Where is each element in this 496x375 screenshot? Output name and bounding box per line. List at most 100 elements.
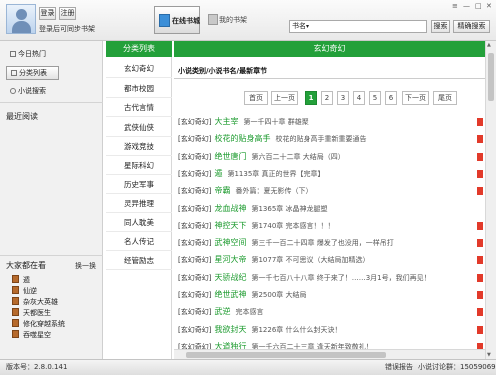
page-last-button[interactable]: 尾页	[433, 91, 457, 105]
table-row[interactable]: [玄幻奇幻] 绝世武神 第2500章 大结局	[178, 287, 483, 303]
category-item[interactable]: 游戏竞技	[106, 137, 172, 156]
table-row[interactable]: [玄幻奇幻] 龙血战神 第1365章 冰晶神龙腿塑	[178, 201, 483, 217]
sidebar: 今日热门 分类列表 小说搜索 最近阅读 大家都在看 换一换 遁 仙逆 杂灰大英雄…	[0, 41, 103, 359]
table-row[interactable]: [玄幻奇幻] 我欲封天 第1226章 什么什么封天诀！	[178, 322, 483, 338]
book-title-link[interactable]: 校花的贴身高手	[214, 134, 270, 143]
latest-chapter-link[interactable]: 第1365章 冰晶神龙腿塑	[251, 205, 327, 213]
book-category: [玄幻奇幻]	[178, 152, 212, 161]
page-number-button[interactable]: 4	[353, 91, 365, 105]
category-item[interactable]: 历史军事	[106, 175, 172, 194]
book-title-link[interactable]: 我欲封天	[214, 325, 246, 334]
horizontal-scrollbar[interactable]	[174, 349, 485, 359]
book-title-link[interactable]: 天骄战纪	[214, 273, 246, 282]
update-flag-icon	[477, 273, 483, 282]
category-item[interactable]: 武侠仙侠	[106, 118, 172, 137]
refresh-link[interactable]: 换一换	[75, 261, 96, 271]
user-avatar-icon[interactable]	[6, 4, 36, 34]
latest-chapter-link[interactable]: 第1226章 什么什么封天诀！	[251, 326, 341, 334]
page-next-button[interactable]: 下一页	[402, 91, 429, 105]
latest-chapter-link[interactable]: 第六百二十二章 大结局（四）	[251, 153, 344, 161]
latest-chapter-link[interactable]: 校花的贴身高手重新重要通告	[275, 135, 366, 143]
page-number-button[interactable]: 1	[305, 91, 317, 105]
minimize-icon[interactable]: —	[463, 2, 470, 10]
category-item[interactable]: 同人耽美	[106, 213, 172, 232]
table-row[interactable]: [玄幻奇幻] 绝世唐门 第六百二十二章 大结局（四）	[178, 149, 483, 165]
table-row[interactable]: [玄幻奇幻] 神控天下 第1740章 完本感言！！！	[178, 218, 483, 234]
scroll-thumb[interactable]	[488, 53, 494, 101]
latest-chapter-link[interactable]: 第1740章 完本感言！！！	[251, 222, 334, 230]
list-item[interactable]: 吞噬星空	[12, 330, 65, 341]
close-icon[interactable]: ✕	[486, 2, 492, 10]
sidebar-item-category-list[interactable]: 分类列表	[6, 66, 59, 80]
list-item[interactable]: 杂灰大英雄	[12, 297, 65, 308]
book-title-link[interactable]: 绝世唐门	[214, 152, 246, 161]
latest-chapter-link[interactable]: 第一千四十章 群雄聚	[243, 118, 308, 126]
register-button[interactable]: 注册	[59, 7, 76, 20]
book-category: [玄幻奇幻]	[178, 135, 212, 144]
category-item[interactable]: 都市校园	[106, 79, 172, 98]
table-row[interactable]: [玄幻奇幻] 星河大帝 第1077章 不可思议（大结局加精选）	[178, 252, 483, 268]
table-row[interactable]: [玄幻奇幻] 帝霸 番外篇：夏无影传（下）	[178, 183, 483, 199]
book-category: [玄幻奇幻]	[178, 204, 212, 213]
latest-chapter-link[interactable]: 完本感言	[235, 308, 263, 316]
latest-chapter-link[interactable]: 第1077章 不可思议（大结局加精选）	[251, 256, 369, 264]
page-number-button[interactable]: 3	[337, 91, 349, 105]
latest-chapter-link[interactable]: 第三千一百二十四章 爆发了也没用，一样吊打	[251, 239, 393, 247]
book-category: [玄幻奇幻]	[178, 118, 212, 126]
book-title-link[interactable]: 星河大帝	[214, 255, 246, 264]
table-row[interactable]: [玄幻奇幻] 校花的贴身高手 校花的贴身高手重新重要通告	[178, 131, 483, 147]
tab-online-bookstore[interactable]: 在线书城	[154, 6, 200, 34]
list-item[interactable]: 仙逆	[12, 286, 65, 297]
page-number-button[interactable]: 6	[385, 91, 397, 105]
divider	[174, 78, 485, 79]
book-title-link[interactable]: 帝霸	[214, 186, 230, 195]
category-item[interactable]: 名人传记	[106, 232, 172, 251]
book-title-link[interactable]: 武神空间	[214, 238, 246, 247]
tab-my-bookshelf[interactable]: 我的书架	[205, 6, 249, 34]
latest-chapter-link[interactable]: 第一千七百八十八章 终于来了！……3月1号，我们再见！	[251, 274, 430, 282]
menu-icon[interactable]: ≡	[452, 2, 458, 10]
vertical-scrollbar[interactable]: ▲ ▼	[485, 41, 496, 359]
login-button[interactable]: 登录	[39, 7, 56, 20]
scroll-down-icon[interactable]: ▼	[487, 352, 491, 358]
page-number-button[interactable]: 5	[369, 91, 381, 105]
table-row[interactable]: [玄幻奇幻] 大主宰 第一千四十章 群雄聚	[178, 114, 483, 130]
hot-books-list: 遁 仙逆 杂灰大英雄 天都医生 修化穿越系统 吞噬星空	[12, 275, 65, 341]
book-icon	[12, 297, 19, 305]
error-report-link[interactable]: 错误报告	[385, 360, 413, 375]
list-item[interactable]: 遁	[12, 275, 65, 286]
book-title-link[interactable]: 遁	[214, 169, 222, 178]
page-number-button[interactable]: 2	[321, 91, 333, 105]
list-item[interactable]: 修化穿越系统	[12, 319, 65, 330]
category-column: 分类列表 玄幻奇幻 都市校园 古代言情 武侠仙侠 游戏竞技 星际科幻 历史军事 …	[106, 41, 172, 359]
scroll-thumb[interactable]	[186, 352, 386, 358]
table-row[interactable]: [玄幻奇幻] 天骄战纪 第一千七百八十八章 终于来了！……3月1号，我们再见！	[178, 270, 483, 286]
latest-chapter-link[interactable]: 番外篇：夏无影传（下）	[235, 187, 312, 195]
book-title-link[interactable]: 龙血战神	[214, 204, 246, 213]
table-row[interactable]: [玄幻奇幻] 遁第1135章 真正的世界【完章】	[178, 166, 483, 182]
book-title-link[interactable]: 神控天下	[214, 221, 246, 230]
sidebar-item-today-hot[interactable]: 今日热门	[6, 48, 59, 62]
category-item[interactable]: 古代言情	[106, 98, 172, 117]
category-item[interactable]: 星际科幻	[106, 156, 172, 175]
hot-icon	[10, 51, 16, 57]
list-item[interactable]: 天都医生	[12, 308, 65, 319]
book-title-link[interactable]: 绝世武神	[214, 290, 246, 299]
table-row[interactable]: [玄幻奇幻] 武神空间 第三千一百二十四章 爆发了也没用，一样吊打	[178, 235, 483, 251]
book-title-link[interactable]: 大主宰	[214, 117, 238, 126]
scroll-up-icon[interactable]: ▲	[487, 42, 491, 48]
page-prev-button[interactable]: 上一页	[271, 91, 298, 105]
exact-search-button[interactable]: 精确搜索	[453, 20, 490, 33]
latest-chapter-link[interactable]: 第2500章 大结局	[251, 291, 306, 299]
sidebar-item-novel-search[interactable]: 小说搜索	[6, 85, 59, 99]
category-item[interactable]: 经管励志	[106, 251, 172, 270]
maximize-icon[interactable]: □	[475, 2, 482, 10]
category-item[interactable]: 灵异推理	[106, 194, 172, 213]
book-title-link[interactable]: 武逆	[214, 307, 230, 316]
page-first-button[interactable]: 首页	[244, 91, 268, 105]
search-button[interactable]: 搜索	[431, 20, 450, 33]
search-type-select[interactable]: 书名▾	[289, 20, 427, 33]
latest-chapter-link[interactable]: 第1135章 真正的世界【完章】	[227, 170, 324, 178]
table-row[interactable]: [玄幻奇幻] 武逆 完本感言	[178, 304, 483, 320]
category-item[interactable]: 玄幻奇幻	[106, 59, 172, 78]
